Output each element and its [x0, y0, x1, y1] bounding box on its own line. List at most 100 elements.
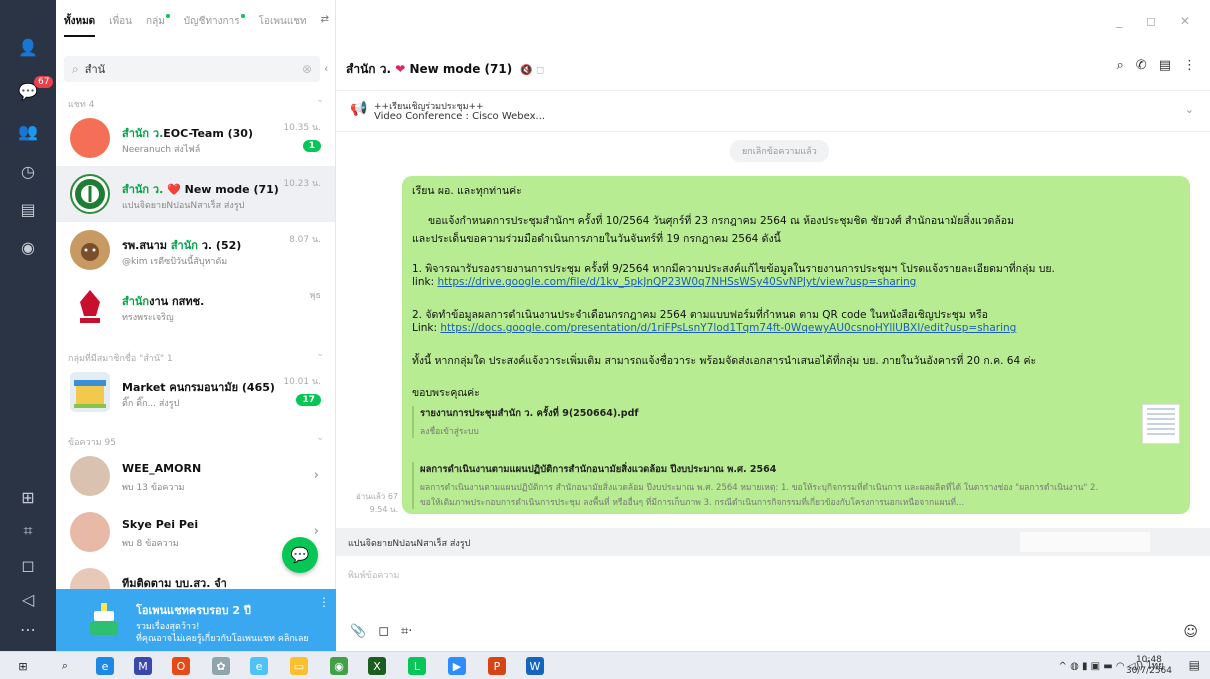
reply-preview-bar[interactable]: แปนจิดยายNปอนNสาเร็ส ส่งรูป: [336, 528, 1210, 556]
notes-icon[interactable]: ▤: [1159, 58, 1171, 73]
chevron-right-icon: ›: [313, 524, 319, 539]
megaphone-icon: 📢: [350, 101, 368, 117]
chat-item[interactable]: สำนัก ว.EOC-Team (30) Neeranuch ส่งไฟล์ …: [56, 110, 335, 166]
edge-icon[interactable]: e: [96, 657, 114, 675]
add-friend-icon[interactable]: 👥: [17, 120, 39, 142]
chevron-down-icon[interactable]: ⌄: [316, 349, 324, 359]
chat-title-rest: New mode (71): [409, 62, 513, 76]
chat-name-highlight: สำนัก ว.: [122, 183, 164, 196]
message-line: 2. จัดทำข้อมูลผลการดำเนินงานประจำเดือนกร…: [412, 309, 988, 321]
line-icon[interactable]: ◉: [17, 236, 39, 258]
search-icon: ⌕: [72, 61, 79, 76]
more-vertical-icon[interactable]: ⋮: [318, 595, 330, 609]
tab-all[interactable]: ทั้งหมด: [64, 14, 96, 37]
tab-groups[interactable]: กลุ่ม: [146, 14, 170, 37]
avatar: [70, 174, 110, 214]
chat-item[interactable]: รพ.สนาม สำนัก ว. (52) @kim เรดีซป้วันนี้…: [56, 222, 335, 278]
announce-icon[interactable]: ◁: [17, 588, 39, 610]
message-input-area[interactable]: พิมพ์ข้อความ 📎 ◻ ⌗· ☺: [336, 556, 1210, 651]
drive-link[interactable]: https://drive.google.com/file/d/1kv_5pkJ…: [437, 276, 916, 288]
message-name: WEE_AMORN: [122, 462, 202, 475]
document-thumbnail: [1142, 404, 1180, 444]
chat-name: สำนัก ว. ❤️ New mode (71): [122, 180, 279, 198]
message-count: พบ 13 ข้อความ: [122, 483, 185, 493]
friends-icon[interactable]: 👤: [17, 36, 39, 58]
docs-link[interactable]: https://docs.google.com/presentation/d/1…: [440, 322, 1016, 334]
promo-banner[interactable]: โอเพนแชทครบรอบ 2 ปี รวมเรื่องสุดว้าว! ที…: [56, 589, 336, 651]
chat-item[interactable]: สำนักงาน กสทช. ทรงพระเจริญ พุธ: [56, 278, 335, 334]
search-icon[interactable]: ⌕: [56, 657, 74, 675]
add-square-icon[interactable]: ⊞: [17, 486, 39, 508]
message-bubble[interactable]: เรียน ผอ. และทุกท่านค่ะ ขอแจ้งกำหนดการปร…: [402, 176, 1190, 514]
clock[interactable]: 10:48 30/7/2564: [1126, 655, 1172, 677]
notification-icon[interactable]: ▤: [1189, 658, 1200, 672]
tab-official[interactable]: บัญชีทางการ: [184, 14, 245, 37]
chat-name: รพ.สนาม สำนัก ว. (52): [122, 236, 241, 254]
cake-icon: [84, 599, 124, 639]
app-icon[interactable]: M: [134, 657, 152, 675]
powerpoint-icon[interactable]: P: [488, 657, 506, 675]
windows-start-icon[interactable]: ⊞: [14, 657, 32, 675]
clock-date: 30/7/2564: [1125, 666, 1172, 676]
emoji-icon[interactable]: ☺: [1183, 624, 1198, 640]
chrome-icon[interactable]: ◉: [330, 657, 348, 675]
group-item[interactable]: Market คนกรมอนามัย (465) ติ๊ก ติ๊ก... ส่…: [56, 364, 335, 420]
folder-icon[interactable]: ▭: [290, 657, 308, 675]
card-subtitle: ผลการดำเนินงานตามแผนปฏิบัติการ สำนักอนาม…: [420, 483, 1099, 493]
tab-openchat[interactable]: โอเพนแชท: [259, 14, 307, 37]
section-groups-label: กลุ่มที่มีสมาชิกชื่อ "สำนั" 1: [68, 354, 173, 364]
filter-icon[interactable]: ⇄: [321, 14, 329, 37]
attach-icon[interactable]: 📎: [350, 624, 366, 639]
more-vertical-icon[interactable]: ⋮: [1183, 58, 1196, 73]
app-icon[interactable]: ✿: [212, 657, 230, 675]
clock-time: 10:48: [1135, 655, 1162, 665]
avatar: [70, 568, 110, 590]
chat-preview: @kim เรดีซป้วันนี้สับุหาดัม: [122, 257, 228, 267]
more-icon[interactable]: ⋯: [17, 618, 39, 640]
message-name: Skye Pei Pei: [122, 518, 199, 531]
crop-icon[interactable]: ⌗: [17, 520, 39, 542]
message-input[interactable]: พิมพ์ข้อความ: [348, 568, 399, 582]
notes-icon[interactable]: ▤: [17, 198, 39, 220]
link-preview-card[interactable]: รายงานการประชุมสำนัก ว. ครั้งที่ 9(25066…: [412, 406, 1182, 438]
chevron-down-icon[interactable]: ⌄: [1185, 103, 1194, 116]
clock-icon[interactable]: ◷: [17, 160, 39, 182]
word-icon[interactable]: W: [526, 657, 544, 675]
new-chat-button[interactable]: 💬: [282, 537, 318, 573]
promo-line: ที่คุณอาจไม่เคยรู้เกี่ยวกับโอเพนแชท คลิก…: [136, 634, 309, 644]
link-preview-card[interactable]: ผลการดำเนินงานตามแผนปฏิบัติการสำนักอนามั…: [412, 462, 1182, 509]
section-chats-header: แชท 4 ⌄: [68, 95, 324, 111]
zoom-icon[interactable]: ▶: [448, 657, 466, 675]
collapse-icon[interactable]: ‹: [324, 62, 328, 75]
screenshot-icon[interactable]: ⌗·: [401, 624, 412, 639]
chat-title-prefix: สำนัก ว.: [346, 62, 392, 76]
search-icon[interactable]: ⌕: [1117, 58, 1124, 73]
line-app-icon[interactable]: L: [408, 657, 426, 675]
tab-official-label: บัญชีทางการ: [183, 16, 240, 27]
chat-preview: แปนจิดยายNปอนNสาเร็ส ส่งรูป: [122, 201, 245, 211]
message-name: ทีมติดตาม บบ.สว. จำ: [122, 577, 227, 590]
bookmark-icon[interactable]: ◻: [17, 554, 39, 576]
search-input[interactable]: ⌕ สำนั ⊗: [64, 56, 320, 82]
chat-name-highlight: สำนัก ว.: [122, 127, 164, 140]
excel-icon[interactable]: X: [368, 657, 386, 675]
chevron-down-icon[interactable]: ⌄: [316, 433, 324, 443]
mute-icon: 🔇 ◻: [520, 65, 545, 76]
chevron-right-icon: ›: [313, 468, 319, 483]
ie-icon[interactable]: e: [250, 657, 268, 675]
message-item[interactable]: WEE_AMORN พบ 13 ข้อความ ›: [56, 448, 335, 504]
unread-badge: 67: [34, 76, 54, 88]
phone-icon[interactable]: ✆: [1136, 58, 1147, 73]
chat-panel: _ ◻ ✕ สำนัก ว. ❤ New mode (71) 🔇 ◻ ⌕ ✆ ▤…: [336, 0, 1210, 651]
unread-count: 1: [302, 140, 321, 152]
clear-icon[interactable]: ⊗: [302, 62, 312, 76]
group-preview: ติ๊ก ติ๊ก... ส่งรูป: [122, 399, 180, 409]
link-label: link:: [412, 276, 438, 288]
window-controls[interactable]: _ ◻ ✕: [1116, 14, 1200, 28]
tab-friends[interactable]: เพื่อน: [109, 14, 132, 37]
chevron-down-icon[interactable]: ⌄: [316, 95, 324, 105]
chat-item-selected[interactable]: สำนัก ว. ❤️ New mode (71) แปนจิดยายNปอนN…: [56, 166, 335, 222]
office-icon[interactable]: O: [172, 657, 190, 675]
announcement-bar[interactable]: 📢 ++เรียนเชิญร่วมประชุม++ Video Conferen…: [336, 90, 1210, 132]
bookmark-icon[interactable]: ◻: [378, 624, 389, 639]
